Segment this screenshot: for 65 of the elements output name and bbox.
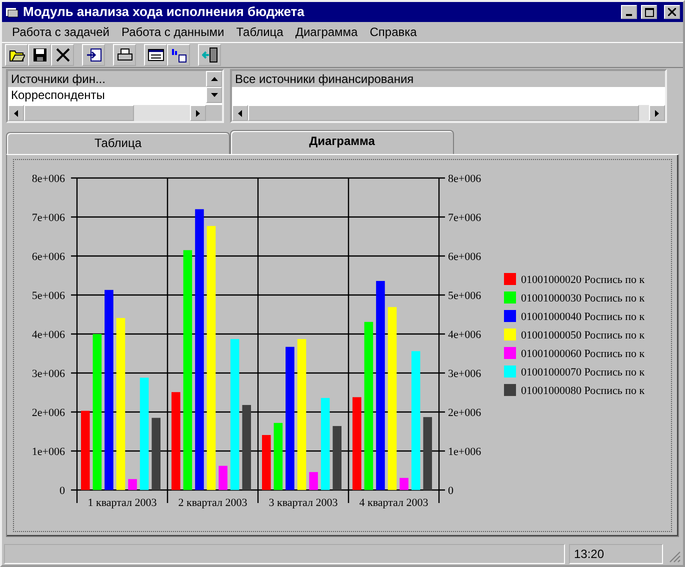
axis-tick-label: 6e+006 (32, 251, 65, 263)
axis-tick-label: 6e+006 (448, 251, 482, 263)
axis-tick-label: 4e+006 (448, 329, 482, 341)
menu-item[interactable]: Таблица (230, 23, 290, 41)
scroll-left-icon[interactable] (8, 105, 24, 121)
list-item[interactable]: Все источники финансирования (232, 71, 665, 87)
legend-label: 01001000050 Роспись по к (521, 330, 645, 342)
resize-grip-icon[interactable] (667, 549, 681, 563)
list-item[interactable]: Корреспонденты (8, 87, 206, 103)
axis-tick-label: 5e+006 (32, 290, 65, 302)
tab[interactable]: Диаграмма (230, 130, 454, 154)
scroll-right-icon[interactable] (190, 105, 206, 121)
print-icon[interactable] (113, 44, 136, 66)
close-button[interactable] (664, 5, 680, 19)
axis-tick-label: 4e+006 (32, 329, 65, 341)
axis-tick-label: 8e+006 (448, 173, 482, 185)
app-icon (5, 6, 19, 18)
open-folder-icon[interactable] (5, 44, 28, 66)
legend-label: 01001000040 Роспись по к (521, 311, 645, 323)
scroll-right-icon[interactable] (649, 105, 665, 121)
save-icon[interactable] (28, 44, 51, 66)
scrollbar-thumb[interactable] (24, 105, 134, 121)
axis-tick-label: 2e+006 (32, 407, 65, 419)
legend-label: 01001000030 Роспись по к (521, 292, 645, 304)
axis-category-label: 1 квартал 2003 (88, 497, 157, 509)
menu-item[interactable]: Работа с данными (115, 23, 230, 41)
legend-label: 01001000020 Роспись по к (521, 274, 645, 286)
axis-tick-label: 7e+006 (32, 212, 65, 224)
scroll-down-icon[interactable] (206, 87, 222, 103)
scroll-left-icon[interactable] (232, 105, 248, 121)
table-icon[interactable] (144, 44, 167, 66)
menu-item[interactable]: Справка (364, 23, 423, 41)
axis-tick-label: 0 (448, 485, 454, 497)
legend-label: 01001000060 Роспись по к (521, 348, 645, 360)
axis-tick-label: 0 (60, 485, 65, 497)
exit-door-icon[interactable] (198, 44, 221, 66)
axis-tick-label: 7e+006 (448, 212, 482, 224)
minimize-button[interactable] (621, 5, 637, 19)
menu-item[interactable]: Работа с задачей (6, 23, 116, 41)
axis-tick-label: 3e+006 (448, 368, 482, 380)
axis-tick-label: 1e+006 (448, 446, 482, 458)
menu-item[interactable]: Диаграмма (289, 23, 364, 41)
axis-tick-label: 5e+006 (448, 290, 482, 302)
maximize-button[interactable] (641, 5, 657, 19)
status-time: 13:20 (569, 544, 663, 564)
axis-category-label: 3 квартал 2003 (268, 497, 338, 509)
import-icon[interactable] (82, 44, 105, 66)
scrollbar-track[interactable] (639, 105, 649, 121)
axis-tick-label: 1e+006 (32, 446, 65, 458)
axis-category-label: 4 квартал 2003 (359, 497, 428, 509)
tab[interactable]: Таблица (6, 132, 230, 154)
maximize-icon (644, 8, 654, 16)
legend-label: 01001000070 Роспись по к (521, 366, 645, 378)
scroll-up-icon[interactable] (206, 71, 222, 87)
chart-icon[interactable] (167, 44, 190, 66)
axis-tick-label: 2e+006 (448, 407, 482, 419)
window-title: Модуль анализа хода исполнения бюджета (23, 3, 306, 22)
list-item[interactable]: Источники фин... (8, 71, 206, 87)
axis-category-label: 2 квартал 2003 (178, 497, 248, 509)
legend-label: 01001000080 Роспись по к (521, 385, 645, 397)
axis-tick-label: 8e+006 (32, 173, 65, 185)
close-icon (668, 8, 676, 16)
scrollbar-thumb[interactable] (248, 105, 639, 121)
delete-icon[interactable] (51, 44, 74, 66)
axis-tick-label: 3e+006 (32, 368, 65, 380)
